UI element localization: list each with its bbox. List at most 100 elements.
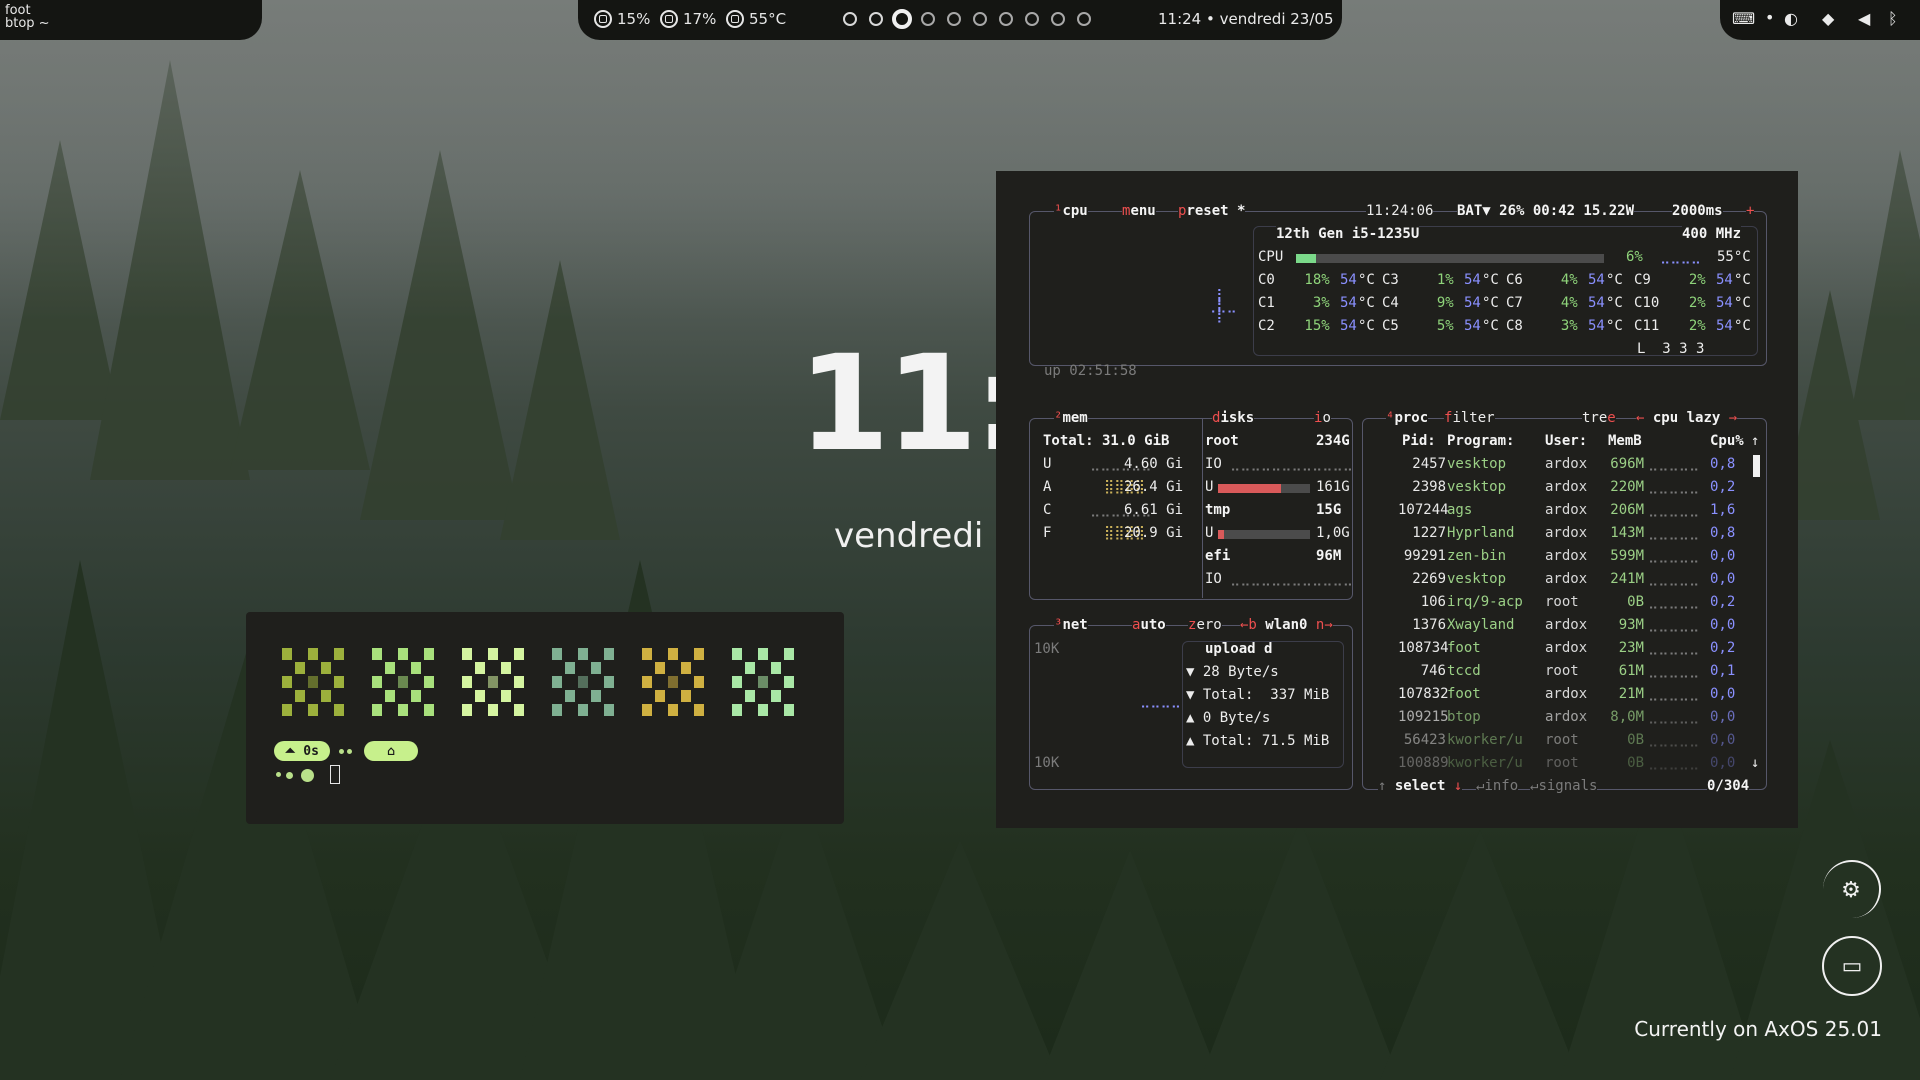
process-cpu: 0,2 [1710,479,1736,495]
terminal-cursor[interactable] [330,765,340,784]
proc-header-user[interactable]: User: [1545,433,1587,450]
process-cpu: 0,0 [1710,732,1736,748]
mem-tab[interactable]: ²mem [1054,410,1088,427]
foot-terminal-window[interactable]: ⏶ 0s ⌂ [246,612,844,824]
proc-header-pid[interactable]: Pid: [1402,433,1436,450]
workspace-10[interactable] [1077,12,1091,26]
net-tab[interactable]: ³net [1054,617,1088,634]
active-window-title[interactable]: foot btop ~ [5,4,50,30]
process-program: ags [1447,502,1473,518]
wifi-icon[interactable]: ◆ [1822,9,1834,28]
proc-header-cpu[interactable]: Cpu% [1710,433,1744,450]
net-graph: ⣀⣀⣀⣀ [1140,693,1182,709]
os-version-label: Currently on AxOS 25.01 [1634,1017,1882,1041]
mem-row-value: 26.4 Gi [1124,479,1184,495]
cpu-core-usage: 4% [1544,295,1578,311]
preset-tab[interactable]: preset * [1178,203,1246,220]
process-user: ardox [1545,525,1588,541]
uptime: up 02:51:58 [1044,363,1137,379]
btop-window[interactable]: ¹cpu menu preset * 11:24:06 BAT▼ 26% 00:… [996,171,1798,828]
process-cpu-graph: ⣀⣀⣀⣀⣀ [1648,640,1700,656]
update-interval[interactable]: 2000ms [1672,203,1723,220]
cpu-core-usage: 18% [1296,272,1330,288]
io-tab[interactable]: io [1314,410,1331,427]
topbar-clock[interactable]: 11:24 • vendredi 23/05 [1158,10,1334,28]
home-icon: ⌂ [387,743,395,759]
top-bar: foot btop ~ 15% 17% 55°C 11:24 • vendred… [0,0,1920,40]
cpu-core-label: C0 [1258,272,1275,288]
process-mem: 220M [1610,479,1644,495]
cpu-total-label: CPU [1258,249,1284,265]
cpu-core-label: C3 [1382,272,1399,288]
menu-tab[interactable]: menu [1122,203,1156,220]
workspace-4[interactable] [921,12,935,26]
panel-button[interactable]: ▭ [1822,936,1882,996]
proc-tree-toggle[interactable]: tree [1582,410,1616,427]
process-cpu: 0,2 [1710,640,1736,656]
cpu-core-temp-unit: °C [1482,295,1499,311]
panel-icon: ▭ [1841,953,1863,979]
scroll-up-arrow[interactable]: ↑ [1751,433,1759,450]
process-program: btop [1447,709,1481,725]
desktop-date: vendredi 2 [834,516,1016,556]
process-cpu-graph: ⣀⣀⣀⣀⣀ [1648,617,1700,633]
proc-header-program[interactable]: Program: [1447,433,1514,450]
disk-root-io-graph: ⣀⣀⣀⣀⣀⣀⣀⣀⣀⣀⣀⣀ [1230,456,1354,472]
workspace-7[interactable] [999,12,1013,26]
process-pid: 2269 [1412,571,1446,587]
cpu-core-temp: 54 [1464,272,1481,288]
proc-sort-selector[interactable]: ← cpu lazy → [1636,410,1738,427]
workspace-2[interactable] [869,12,883,26]
net-zero-toggle[interactable]: zero [1188,617,1222,634]
cpu-time: 11:24:06 [1366,203,1434,220]
cpu-core-temp-unit: °C [1734,272,1751,288]
net-iface-selector[interactable]: ←b wlan0 n→ [1240,617,1333,634]
interval-plus-button[interactable]: + [1746,203,1755,220]
volume-icon[interactable]: ◀ [1858,9,1870,28]
cpu-usage-stat[interactable]: 15% [594,10,650,28]
cpu-core-usage: 2% [1672,318,1706,334]
workspace-6[interactable] [973,12,987,26]
mem-row-label: C [1043,502,1052,518]
cpu-core-temp-unit: °C [1358,272,1375,288]
workspace-1[interactable] [843,12,857,26]
process-program: zen-bin [1447,548,1507,564]
proc-select[interactable]: select [1395,778,1446,794]
proc-header-mem[interactable]: MemB [1608,433,1642,450]
cpu-core-temp-unit: °C [1482,272,1499,288]
proc-tab[interactable]: ⁴proc [1386,410,1429,427]
net-scale-bottom: 10K [1034,755,1060,771]
settings-button[interactable]: ⚙ [1823,860,1881,918]
cpu-core-temp: 54 [1716,272,1733,288]
process-mem: 0B [1627,732,1644,748]
topbar-left-segment: foot btop ~ [0,0,262,40]
cpu-core-temp: 54 [1716,295,1733,311]
cpu-core-label: C5 [1382,318,1399,334]
process-cpu-graph: ⣀⣀⣀⣀⣀ [1648,502,1700,518]
cpu-tab[interactable]: ¹cpu [1054,203,1088,220]
workspace-5[interactable] [947,12,961,26]
disk-tmp-bar [1218,530,1310,539]
proc-signals[interactable]: ↵signals [1530,778,1598,795]
cpu-core-label: C10 [1634,295,1660,311]
proc-scrollbar[interactable] [1753,455,1760,477]
temperature-stat[interactable]: 55°C [726,10,786,28]
workspace-9[interactable] [1051,12,1065,26]
keyboard-icon[interactable]: ⌨ [1732,9,1755,28]
proc-info[interactable]: ↵info [1476,778,1519,795]
disks-tab[interactable]: disks [1212,410,1255,427]
battery-icon[interactable]: ◐ [1784,9,1798,28]
cpu-core-usage: 5% [1420,318,1454,334]
memory-usage-stat[interactable]: 17% [660,10,716,28]
scroll-down-arrow[interactable]: ↓ [1751,755,1759,772]
bluetooth-icon[interactable]: ᛒ [1888,9,1898,28]
process-pid: 2457 [1412,456,1446,472]
workspace-3[interactable] [892,9,912,29]
workspace-8[interactable] [1025,12,1039,26]
cpu-core-label: C11 [1634,318,1660,334]
net-auto-toggle[interactable]: auto [1132,617,1166,634]
mem-row-value: 4.60 Gi [1124,456,1184,472]
process-user: ardox [1545,502,1588,518]
proc-filter[interactable]: filter [1444,410,1495,427]
cpu-core-label: C9 [1634,272,1651,288]
